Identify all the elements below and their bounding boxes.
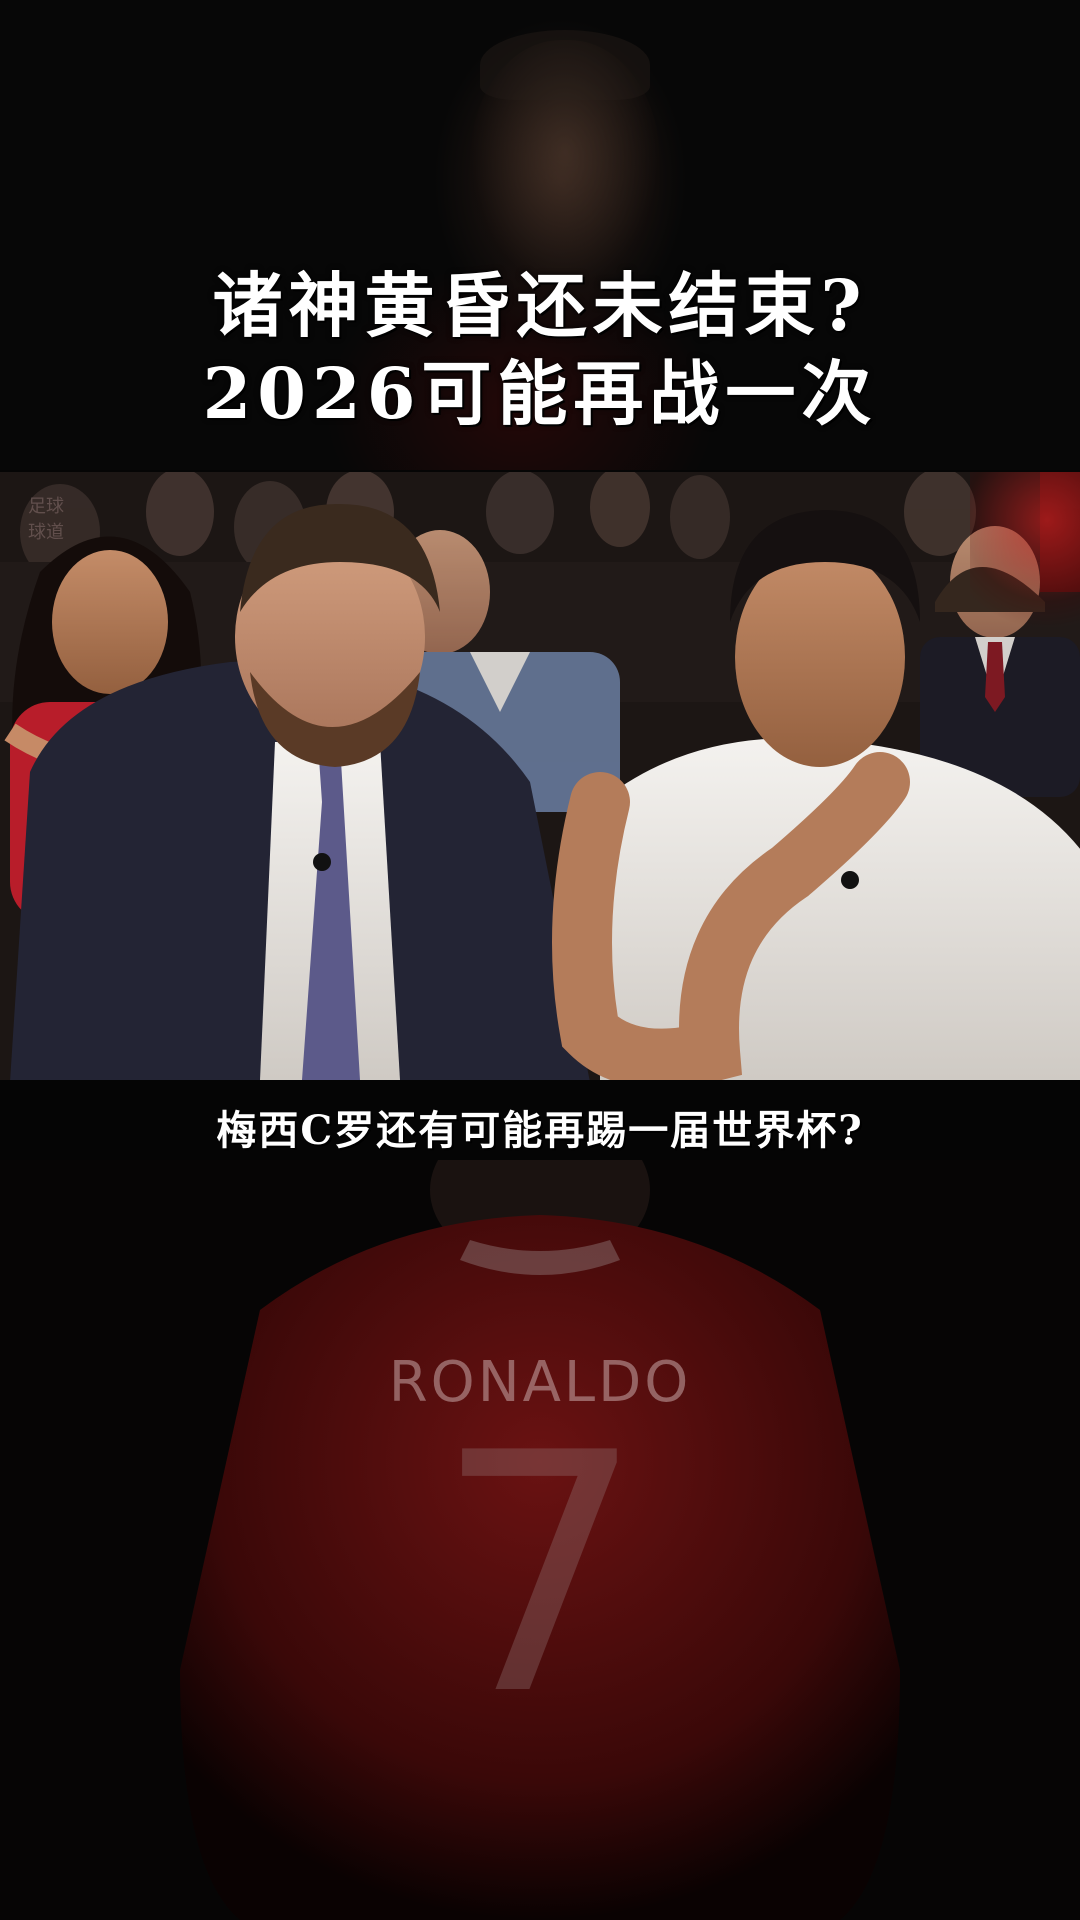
watermark-line-2: 球道 [28,522,64,543]
headline: 诸神黄昏还未结束? 2026可能再战一次 [0,262,1080,438]
video-post-page: 诸神黄昏还未结束? 2026可能再战一次 足球 球道 梅西C罗还有可能再踢一届世… [0,0,1080,1920]
video-scene [0,472,1080,1080]
watermark: 足球 球道 [26,494,66,546]
video-frame[interactable]: 足球 球道 [0,472,1080,1080]
headline-line-1: 诸神黄昏还未结束? [212,264,868,347]
stage-lights [970,472,1080,632]
jersey-number: 7 [435,1383,645,1767]
portrait-face [470,40,660,290]
jersey-background: RONALDO 7 [0,1160,1080,1920]
video-caption: 梅西C罗还有可能再踢一届世界杯? [216,1107,864,1154]
headline-line-2: 2026可能再战一次 [202,352,878,435]
watermark-line-1: 足球 [28,496,64,517]
